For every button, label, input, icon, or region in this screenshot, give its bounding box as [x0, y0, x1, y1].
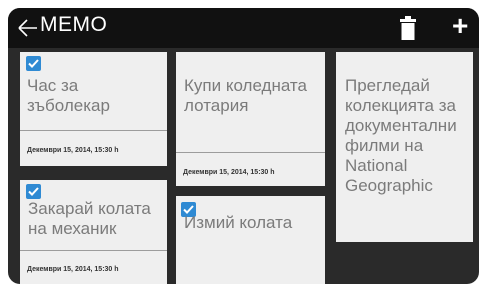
- back-arrow-icon[interactable]: [16, 12, 38, 40]
- trash-icon[interactable]: [398, 15, 418, 41]
- note-card[interactable]: Закарай колата на механик Декември 15, 2…: [20, 180, 167, 284]
- note-text: Прегледай колекцията за документални фил…: [345, 76, 457, 195]
- note-card[interactable]: Час за зъболекар Декември 15, 2014, 15:3…: [20, 52, 167, 166]
- plus-icon[interactable]: +: [452, 12, 468, 40]
- checkbox-checked[interactable]: [26, 184, 41, 199]
- note-text: Измий колата: [184, 213, 293, 232]
- memo-app-window: MEMO + Час за зъболекар Декември 15, 201…: [8, 8, 479, 284]
- note-divider: [176, 152, 325, 153]
- note-card[interactable]: Измий колата: [176, 196, 325, 284]
- note-divider: [20, 250, 167, 251]
- note-date: Декември 15, 2014, 15:30 h: [183, 169, 275, 176]
- note-text: Закарай колата на механик: [28, 199, 151, 238]
- note-date: Декември 15, 2014, 15:30 h: [27, 147, 119, 154]
- note-date: Декември 15, 2014, 15:30 h: [27, 266, 119, 273]
- note-text: Купи коледната лотария: [184, 76, 307, 115]
- checkbox-checked[interactable]: [26, 56, 41, 71]
- app-title: MEMO: [40, 13, 108, 36]
- note-divider: [20, 130, 167, 131]
- top-bar: MEMO +: [8, 8, 479, 48]
- note-card[interactable]: Прегледай колекцията за документални фил…: [336, 52, 473, 242]
- note-card[interactable]: Купи коледната лотария Декември 15, 2014…: [176, 52, 325, 186]
- note-text: Час за зъболекар: [27, 76, 110, 115]
